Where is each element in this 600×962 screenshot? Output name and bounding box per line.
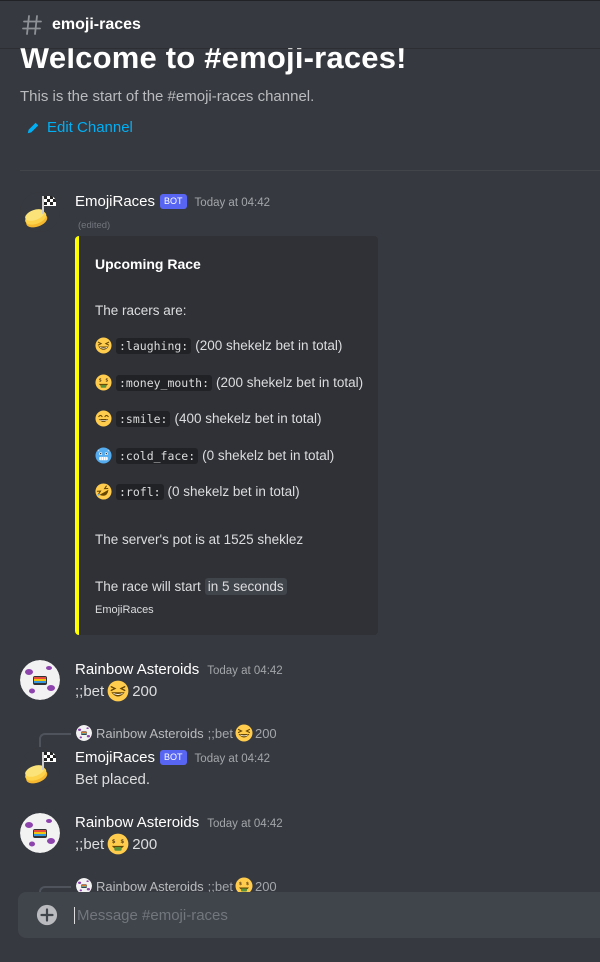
username[interactable]: Rainbow Asteroids — [75, 661, 199, 678]
laughing-emoji-icon — [95, 337, 112, 354]
embed-footer: EmojiRaces — [95, 604, 154, 616]
pencil-icon — [27, 122, 39, 133]
avatar — [76, 725, 92, 741]
embed-intro: The racers are: — [95, 303, 187, 318]
racer-code: :smile: — [116, 410, 171, 427]
bet-amount: 200 — [132, 682, 158, 700]
reply-preview[interactable]: Rainbow Asteroids ;;bet 200 — [76, 724, 277, 742]
avatar[interactable] — [20, 192, 60, 232]
hash-icon — [22, 14, 42, 35]
message-input[interactable] — [74, 906, 554, 924]
racer-bet: (0 shekelz bet in total) — [202, 448, 335, 463]
command-text: ;;bet — [75, 682, 105, 700]
bot-tag: BOT — [160, 194, 187, 209]
bet-amount: 200 — [132, 835, 158, 853]
laughing-emoji-icon — [107, 680, 129, 702]
message-composer — [18, 892, 600, 938]
start-prefix: The race will start — [95, 579, 201, 594]
reply-connector — [39, 733, 71, 747]
start-countdown: in 5 seconds — [204, 578, 287, 595]
avatar[interactable] — [20, 748, 60, 788]
username[interactable]: Rainbow Asteroids — [75, 814, 199, 831]
racer-bet: (200 shekelz bet in total) — [216, 375, 364, 390]
welcome-subtitle: This is the start of the #emoji-races ch… — [20, 88, 315, 105]
bot-tag: BOT — [160, 750, 187, 765]
timestamp: Today at 04:42 — [194, 197, 270, 209]
racer-bet: (200 shekelz bet in total) — [195, 338, 343, 353]
edit-channel-button[interactable]: Edit Channel — [26, 119, 590, 136]
reply-username: Rainbow Asteroids — [96, 725, 204, 741]
message-header: EmojiRaces BOT Today at 04:42 — [75, 193, 270, 211]
command-text: ;;bet — [75, 835, 105, 853]
message-header: Rainbow Asteroids Today at 04:42 — [75, 661, 283, 678]
racer-row: :smile: (400 shekelz bet in total) — [95, 410, 322, 427]
racer-bet: (0 shekelz bet in total) — [167, 484, 300, 499]
racer-bet: (400 shekelz bet in total) — [174, 411, 322, 426]
message-header: Rainbow Asteroids Today at 04:42 — [75, 814, 283, 831]
edited-label: (edited) — [78, 220, 111, 231]
username[interactable]: EmojiRaces — [75, 193, 155, 210]
racer-row: :money_mouth: (200 shekelz bet in total) — [95, 374, 363, 391]
reply-command: ;;bet — [207, 725, 233, 741]
racer-row: :laughing: (200 shekelz bet in total) — [95, 337, 342, 354]
username[interactable]: EmojiRaces — [75, 749, 155, 766]
racer-row: :cold_face: (0 shekelz bet in total) — [95, 447, 334, 464]
racer-code: :rofl: — [116, 483, 164, 500]
channel-welcome: Welcome to #emoji-races! This is the sta… — [20, 40, 590, 136]
rofl-emoji-icon — [95, 483, 112, 500]
avatar[interactable] — [20, 660, 60, 700]
divider — [20, 170, 600, 171]
racer-code: :money_mouth: — [116, 374, 213, 391]
racer-row: :rofl: (0 shekelz bet in total) — [95, 483, 300, 500]
message-header: EmojiRaces BOT Today at 04:42 — [75, 749, 270, 767]
money-mouth-emoji-icon — [107, 833, 129, 855]
cold-face-emoji-icon — [95, 447, 112, 464]
laughing-emoji-icon — [235, 724, 253, 742]
race-embed: Upcoming Race The racers are: :laughing:… — [75, 236, 378, 635]
money-mouth-emoji-icon — [95, 374, 112, 391]
timestamp: Today at 04:42 — [207, 665, 283, 677]
racer-code: :cold_face: — [116, 447, 199, 464]
avatar[interactable] — [20, 813, 60, 853]
channel-header: emoji-races — [0, 0, 600, 48]
plus-circle-icon[interactable] — [36, 904, 58, 926]
timestamp: Today at 04:42 — [207, 818, 283, 830]
edit-channel-label: Edit Channel — [47, 119, 133, 136]
racer-code: :laughing: — [116, 337, 192, 354]
embed-start: The race will start in 5 seconds — [95, 578, 287, 595]
message-content: ;;bet 200 — [75, 833, 157, 855]
embed-title: Upcoming Race — [95, 256, 201, 272]
smile-emoji-icon — [95, 410, 112, 427]
message-content: ;;bet 200 — [75, 680, 157, 702]
reply-amount: 200 — [254, 725, 277, 741]
channel-name: emoji-races — [52, 15, 141, 33]
message-content: Bet placed. — [75, 771, 151, 788]
timestamp: Today at 04:42 — [194, 753, 270, 765]
embed-pot: The server's pot is at 1525 sheklez — [95, 532, 304, 547]
